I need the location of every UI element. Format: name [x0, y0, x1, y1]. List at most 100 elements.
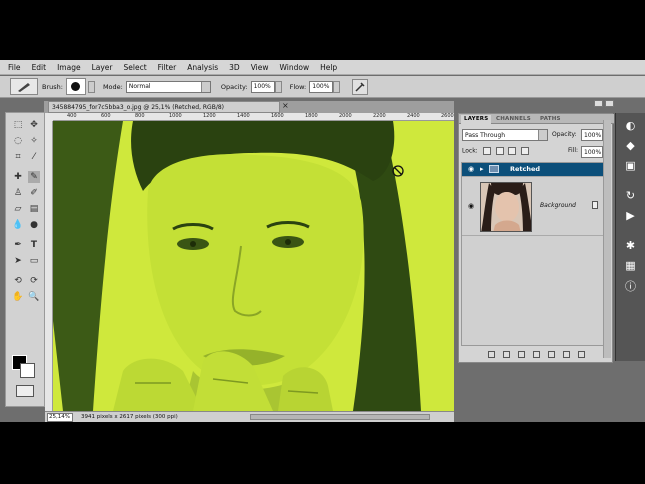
brush-panel-toggle[interactable]: [87, 80, 95, 93]
pen-tool-icon[interactable]: ✒: [12, 239, 24, 251]
styles-icon[interactable]: ▣: [624, 159, 637, 172]
healing-brush-tool-icon[interactable]: ✚: [12, 171, 24, 183]
portrait-photo: [53, 121, 454, 411]
visibility-eye-icon[interactable]: ◉: [466, 202, 476, 210]
tab-layers[interactable]: LAYERS: [461, 115, 492, 124]
path-selection-tool-icon[interactable]: ➤: [12, 255, 24, 267]
link-layers-icon[interactable]: [487, 350, 495, 358]
lock-row: Lock: Fill: 100%: [462, 146, 612, 159]
maximize-button[interactable]: [605, 100, 614, 107]
lasso-tool-icon[interactable]: ◌: [12, 135, 24, 147]
menu-image[interactable]: Image: [57, 63, 81, 72]
layer-style-icon[interactable]: [502, 350, 510, 358]
lock-label: Lock:: [462, 147, 478, 155]
navigator-icon[interactable]: ▦: [624, 259, 637, 272]
adjustment-layer-icon[interactable]: [532, 350, 540, 358]
lock-position-icon[interactable]: [508, 147, 517, 155]
history-brush-tool-icon[interactable]: ✐: [28, 187, 40, 199]
zoom-tool-icon[interactable]: 🔍: [28, 291, 40, 303]
lock-transparent-icon[interactable]: [482, 147, 491, 155]
tab-channels[interactable]: CHANNELS: [493, 115, 534, 124]
brush-picker[interactable]: [65, 78, 86, 95]
horizontal-scrollbar[interactable]: [250, 414, 430, 420]
airbrush-toggle[interactable]: [352, 78, 369, 95]
horizontal-ruler[interactable]: 400 600 800 1000 1200 1400 1600 1800 2000 2200 240…: [53, 113, 454, 121]
move-tool-icon[interactable]: ✥: [28, 119, 40, 131]
ruler-tick-label: 400: [67, 113, 77, 119]
dodge-tool-icon[interactable]: ●: [28, 219, 40, 231]
close-tab-icon[interactable]: ×: [282, 101, 289, 110]
3d-panel-icon[interactable]: ◐: [624, 119, 637, 132]
background-color-swatch[interactable]: [20, 363, 35, 378]
history-icon[interactable]: ↻: [624, 189, 637, 202]
flow-slider-toggle[interactable]: [333, 80, 341, 93]
marquee-tool-icon[interactable]: ⬚: [12, 119, 24, 131]
zoom-field[interactable]: 25,14%: [47, 412, 73, 422]
vertical-ruler[interactable]: [45, 121, 53, 411]
layer-name: Retched: [510, 165, 541, 173]
mode-label: Mode:: [102, 82, 123, 91]
hand-tool-icon[interactable]: ✋: [12, 291, 24, 303]
layer-opacity-field[interactable]: 100%: [581, 129, 603, 141]
document-tab[interactable]: 345884795_for7c5bba3_o.jpg @ 25,1% (Retc…: [48, 101, 280, 113]
new-layer-icon[interactable]: [562, 350, 570, 358]
menu-help[interactable]: Help: [320, 63, 337, 72]
shape-tool-icon[interactable]: ▭: [28, 255, 40, 267]
menu-view[interactable]: View: [251, 63, 269, 72]
disclosure-triangle-icon[interactable]: ▸: [480, 165, 484, 173]
add-mask-icon[interactable]: [517, 350, 525, 358]
tab-paths[interactable]: PATHS: [537, 115, 564, 124]
actions-icon[interactable]: ▶: [624, 209, 637, 222]
opacity-label: Opacity:: [220, 82, 248, 91]
fill-field[interactable]: 100%: [581, 146, 603, 158]
magic-wand-tool-icon[interactable]: ✧: [28, 135, 40, 147]
menu-edit[interactable]: Edit: [32, 63, 47, 72]
mode-dropdown[interactable]: Normal: [125, 80, 211, 93]
layers-scrollbar[interactable]: [603, 120, 611, 358]
eyedropper-tool-icon[interactable]: ⁄: [28, 151, 40, 163]
flow-field[interactable]: 100%: [309, 80, 334, 93]
3d-orbit-tool-icon[interactable]: ⟳: [28, 275, 40, 287]
ruler-tick-label: 1800: [305, 113, 318, 119]
menu-analysis[interactable]: Analysis: [187, 63, 218, 72]
document-info[interactable]: 3941 pixels x 2617 pixels (300 ppi): [81, 414, 178, 420]
layers-list: ◉ ▸ Retched ◉ Background: [461, 162, 611, 346]
adjustments-icon[interactable]: ◆: [624, 139, 637, 152]
menu-file[interactable]: File: [8, 63, 21, 72]
brush-tip-icon: [71, 82, 81, 91]
flow-label: Flow:: [289, 82, 307, 91]
layer-row-retched[interactable]: ◉ ▸ Retched: [462, 163, 610, 177]
clone-stamp-tool-icon[interactable]: ♙: [12, 187, 24, 199]
menu-select[interactable]: Select: [124, 63, 147, 72]
opacity-slider-toggle[interactable]: [274, 80, 282, 93]
lock-all-icon[interactable]: [521, 147, 530, 155]
layer-name: Background: [540, 202, 576, 209]
delete-layer-icon[interactable]: [577, 350, 585, 358]
lock-image-icon[interactable]: [495, 147, 504, 155]
gradient-tool-icon[interactable]: ▤: [28, 203, 40, 215]
crop-tool-icon[interactable]: ⌗: [12, 151, 24, 163]
brush-tool-icon[interactable]: ✎: [28, 171, 40, 183]
type-tool-icon[interactable]: T: [28, 239, 40, 251]
panel-tab-bar: LAYERS CHANNELS PATHS: [459, 114, 614, 124]
3d-rotate-tool-icon[interactable]: ⟲: [12, 275, 24, 287]
menu-filter[interactable]: Filter: [158, 63, 177, 72]
visibility-eye-icon[interactable]: ◉: [466, 165, 476, 173]
opacity-field[interactable]: 100%: [250, 80, 275, 93]
new-group-icon[interactable]: [547, 350, 555, 358]
tool-preset-picker[interactable]: [10, 78, 38, 95]
info-icon[interactable]: ⓘ: [624, 279, 637, 293]
blend-mode-dropdown[interactable]: Pass Through: [462, 129, 548, 141]
brushes-icon[interactable]: ✱: [624, 239, 637, 252]
document-canvas[interactable]: [53, 121, 454, 411]
blur-tool-icon[interactable]: 💧: [12, 219, 24, 231]
tools-panel: ⬚ ✥ ◌ ✧ ⌗ ⁄ ✚ ✎ ♙ ✐ ▱ ▤ 💧 ● ✒ T ➤ ▭ ⟲ ⟳ …: [5, 112, 45, 407]
quick-mask-button[interactable]: [16, 385, 34, 397]
menu-layer[interactable]: Layer: [92, 63, 113, 72]
layer-row-background[interactable]: ◉ Background: [462, 178, 610, 236]
menu-window[interactable]: Window: [280, 63, 310, 72]
eraser-tool-icon[interactable]: ▱: [12, 203, 24, 215]
menu-3d[interactable]: 3D: [229, 63, 240, 72]
ruler-origin[interactable]: [45, 113, 53, 121]
minimize-button[interactable]: [594, 100, 603, 107]
